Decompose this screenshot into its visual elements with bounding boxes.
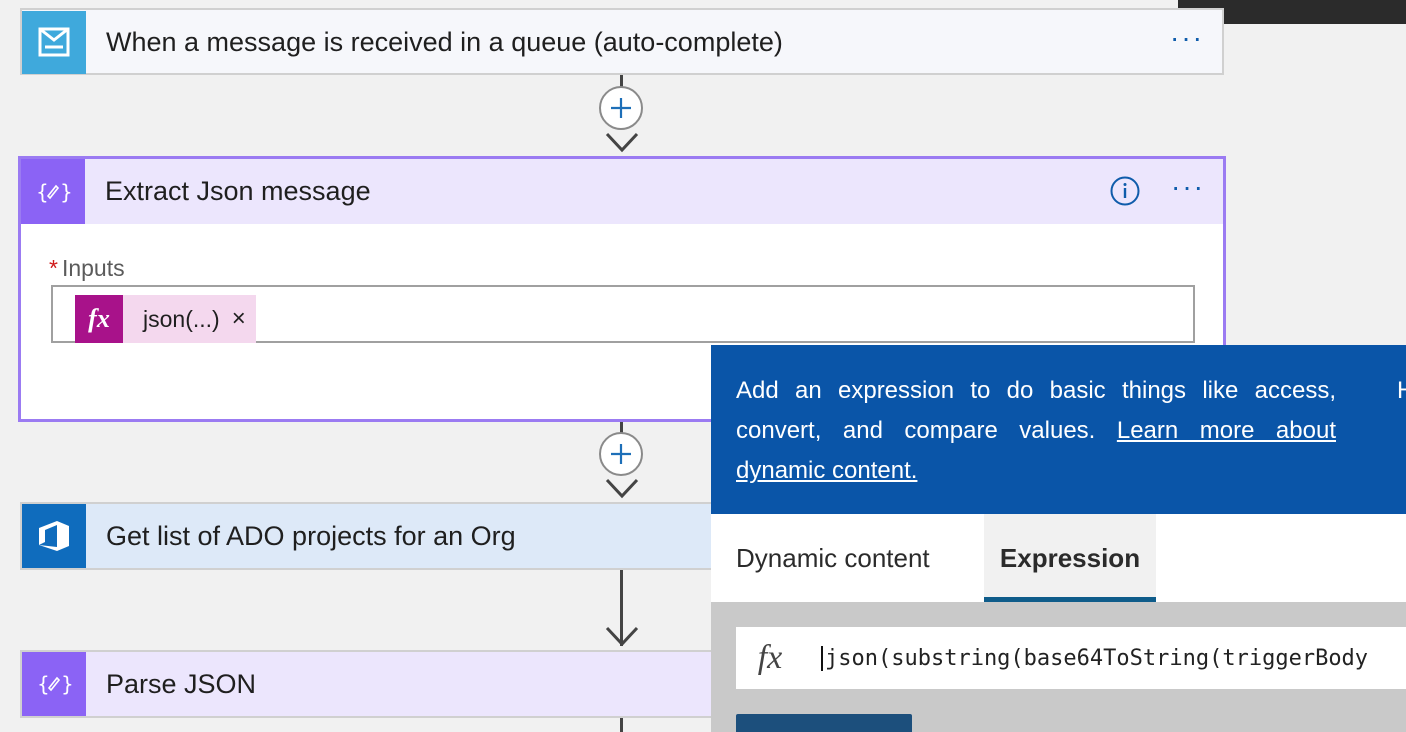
inputs-label: * Inputs <box>49 255 125 282</box>
ado-title: Get list of ADO projects for an Org <box>106 520 516 551</box>
svg-text:}: } <box>61 672 72 696</box>
tab-dynamic-content[interactable]: Dynamic content <box>736 514 930 602</box>
remove-token-icon[interactable]: × <box>232 305 246 333</box>
expression-token[interactable]: fx json(...) × <box>75 295 256 343</box>
hide-link-fragment[interactable]: H <box>1397 377 1406 405</box>
extract-title: Extract Json message <box>105 176 371 206</box>
function-icon: fx <box>75 295 123 343</box>
arrow-down-icon <box>605 626 639 647</box>
parse-card-header[interactable]: {} Parse JSON <box>22 652 718 716</box>
insert-step-button[interactable] <box>599 86 643 130</box>
popup-pointer <box>688 360 712 396</box>
inputs-field[interactable]: fx json(...) × <box>51 285 1195 343</box>
azure-devops-icon <box>22 504 86 568</box>
inputs-label-text: Inputs <box>61 255 125 281</box>
popup-description: Add an expression to do basic things lik… <box>736 371 1336 491</box>
popup-tabs: Dynamic content Expression <box>711 514 1406 602</box>
more-options-button[interactable]: ··· <box>1170 24 1204 52</box>
compose-icon: {} <box>21 159 85 224</box>
arrow-down-icon <box>605 132 639 153</box>
token-label: json(...) <box>143 305 220 332</box>
svg-text:{: { <box>37 672 50 696</box>
function-icon: fx <box>757 639 783 676</box>
ado-projects-card[interactable]: Get list of ADO projects for an Org <box>20 502 720 570</box>
parse-title: Parse JSON <box>106 668 257 699</box>
more-options-button[interactable]: ··· <box>1171 173 1205 201</box>
trigger-card[interactable]: When a message is received in a queue (a… <box>20 8 1224 75</box>
trigger-card-header[interactable]: When a message is received in a queue (a… <box>22 10 1222 74</box>
logic-app-designer-canvas: When a message is received in a queue (a… <box>0 0 1406 732</box>
tab-expression[interactable]: Expression <box>984 514 1156 602</box>
parse-json-card[interactable]: {} Parse JSON <box>20 650 720 718</box>
insert-step-button[interactable] <box>599 432 643 476</box>
service-bus-queue-icon <box>22 10 86 74</box>
plus-icon <box>611 98 631 118</box>
connector-line <box>620 718 623 732</box>
ado-card-header[interactable]: Get list of ADO projects for an Org <box>22 504 718 568</box>
trigger-title: When a message is received in a queue (a… <box>106 26 783 57</box>
required-marker: * <box>49 255 58 281</box>
svg-text:{: { <box>36 180 49 204</box>
extract-card-header[interactable]: {} Extract Json message ··· <box>21 159 1223 224</box>
popup-header: Add an expression to do basic things lik… <box>711 345 1406 514</box>
compose-icon: {} <box>22 652 86 716</box>
arrow-down-icon <box>605 478 639 499</box>
expression-input[interactable]: fx json(substring(base64ToString(trigger… <box>736 627 1406 689</box>
expression-editor-area: fx json(substring(base64ToString(trigger… <box>711 602 1406 732</box>
expression-text[interactable]: json(substring(base64ToString(triggerBod… <box>821 645 1368 671</box>
dynamic-content-popup: Add an expression to do basic things lik… <box>711 345 1406 732</box>
svg-text:}: } <box>60 180 71 204</box>
plus-icon <box>611 444 631 464</box>
ok-button[interactable] <box>736 714 912 732</box>
info-icon[interactable] <box>1109 175 1141 212</box>
